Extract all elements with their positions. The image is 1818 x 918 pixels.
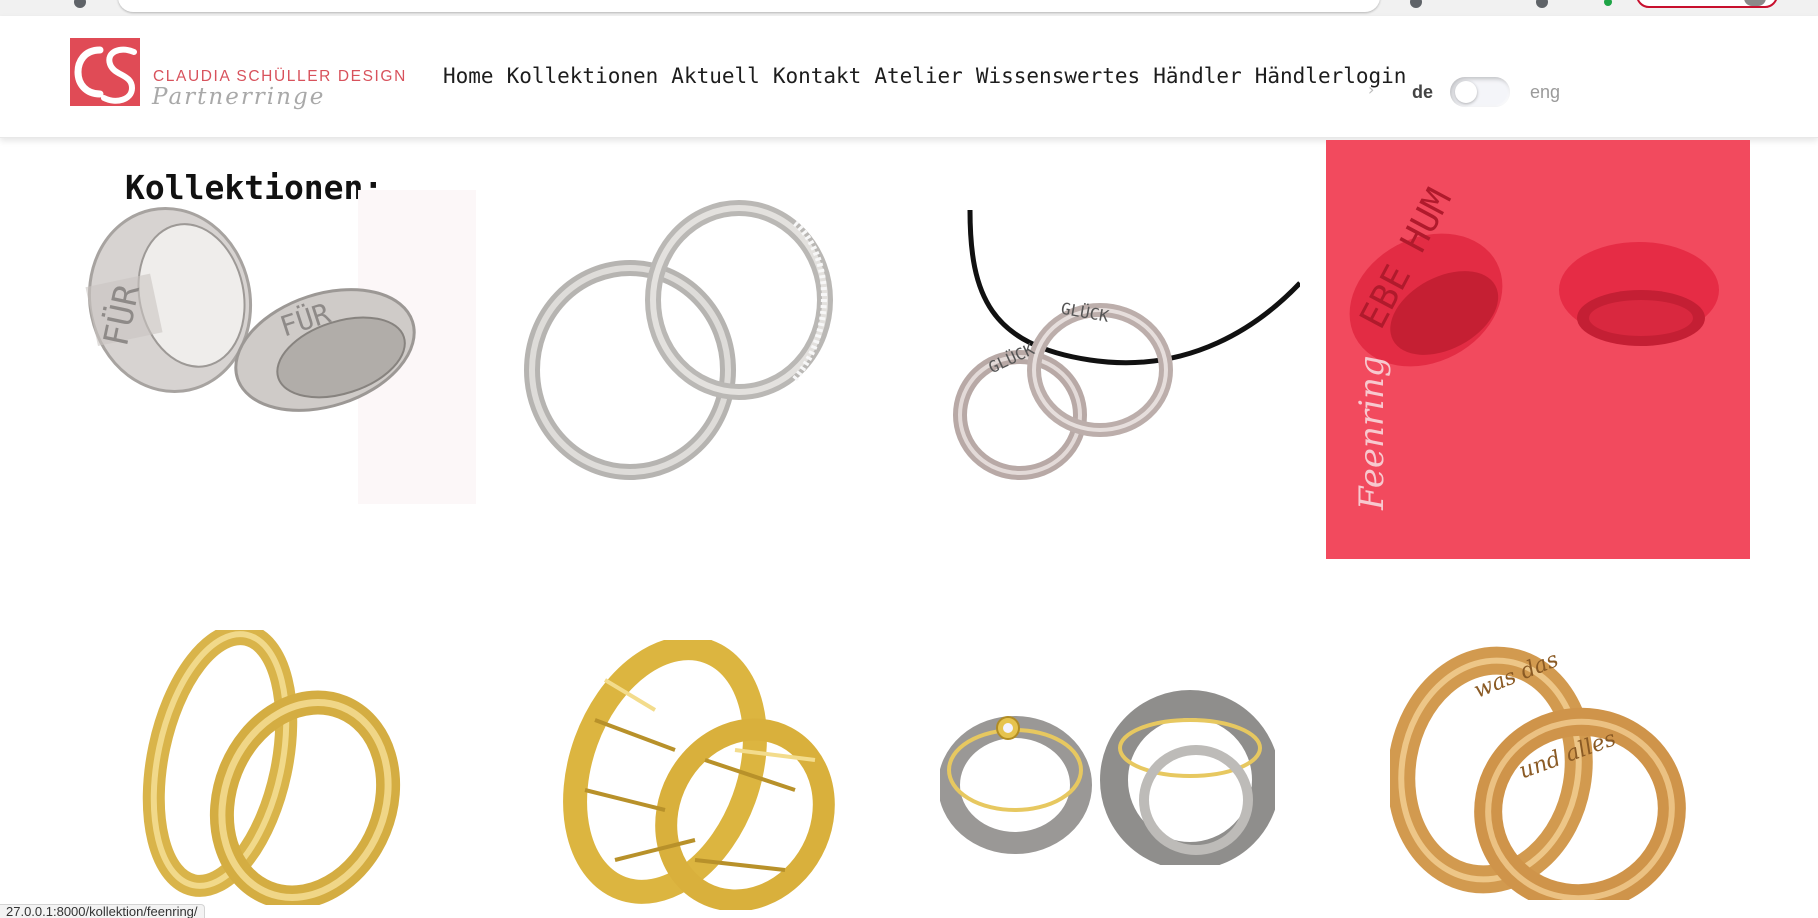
ring-image-gold-stacked (142, 630, 401, 905)
ring-image-glueck-pendant: GLÜCK GLÜCK (953, 209, 1300, 480)
nav-item-aktuell[interactable]: Aktuell (671, 64, 760, 88)
collection-tile-feenring[interactable]: EBE HUM Feenring (1326, 140, 1750, 559)
logo-mark-icon (70, 38, 140, 106)
extension-icon[interactable] (1410, 0, 1422, 8)
ring-image-rose-gold: was das und alles (1390, 646, 1686, 900)
collection-tile-bicolor[interactable] (940, 690, 1275, 865)
ring-image-gold-textured (563, 640, 835, 910)
collection-tile-gold-textured[interactable] (555, 640, 840, 910)
ring-image-silver-engraved: FÜR FÜR (85, 190, 476, 504)
nav-item-haendlerlogin[interactable]: Händlerlogin (1255, 64, 1407, 88)
site-header: CLAUDIA SCHÜLLER DESIGN Partnerringe Hom… (0, 16, 1818, 138)
toolbar-icon[interactable] (1536, 0, 1548, 8)
brand-subtitle: Partnerringe (152, 84, 326, 110)
site-logo[interactable]: CLAUDIA SCHÜLLER DESIGN Partnerringe (70, 38, 410, 114)
lang-eng-label[interactable]: eng (1530, 82, 1560, 103)
status-dot-icon (1604, 0, 1612, 6)
reload-icon[interactable] (74, 0, 86, 8)
lang-de-label[interactable]: de (1412, 82, 1433, 103)
chevron-right-icon[interactable]: › (1368, 80, 1374, 99)
ring-image-interlocked-silver (524, 200, 833, 480)
collection-tile-rose-gold[interactable]: was das und alles (1390, 645, 1690, 900)
nav-item-home[interactable]: Home (443, 64, 494, 88)
nav-item-kollektionen[interactable]: Kollektionen (507, 64, 659, 88)
language-toggle[interactable] (1450, 77, 1510, 107)
toggle-knob (1455, 81, 1477, 103)
address-bar[interactable] (118, 0, 1380, 12)
nav-item-haendler[interactable]: Händler (1153, 64, 1242, 88)
nav-item-wissenswertes[interactable]: Wissenswertes (976, 64, 1140, 88)
feenring-label: Feenring (1352, 355, 1392, 510)
status-bar-url: 27.0.0.1:8000/kollektion/feenring/ (0, 904, 205, 918)
collection-tile-interlocked-silver[interactable] (515, 195, 860, 495)
nav-item-atelier[interactable]: Atelier (874, 64, 963, 88)
collection-tile-gold-stacked[interactable] (135, 630, 415, 905)
collection-tile-glueck-pendant[interactable]: GLÜCK GLÜCK (930, 205, 1300, 495)
browser-toolbar (0, 0, 1818, 16)
ring-image-bicolor (940, 690, 1275, 865)
collection-tile-silver-engraved[interactable]: FÜR FÜR (80, 190, 480, 510)
main-nav: Home Kollektionen Aktuell Kontakt Atelie… (443, 64, 1406, 88)
nav-item-kontakt[interactable]: Kontakt (773, 64, 862, 88)
